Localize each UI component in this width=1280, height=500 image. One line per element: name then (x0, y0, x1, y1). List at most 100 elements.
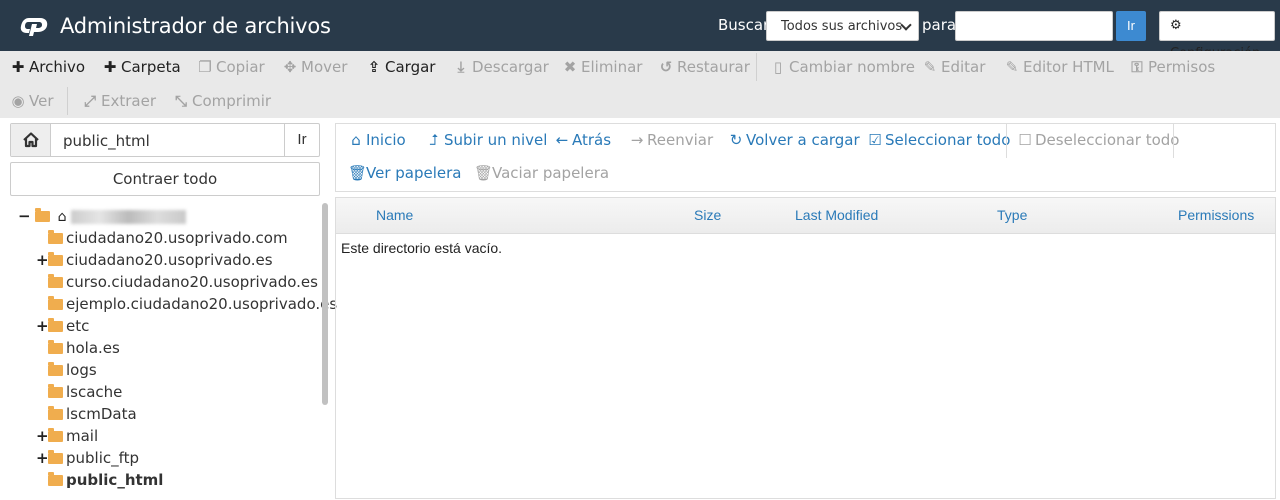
path-input[interactable]: public_html (63, 132, 150, 150)
undo-icon: ↺ (659, 58, 673, 76)
restore-button[interactable]: ↺ Restaurar (658, 52, 750, 82)
tree-item[interactable]: ejemplo.ciudadano20.usoprivado.es (36, 293, 337, 315)
tree-item-label: ciudadano20.usoprivado.com (66, 229, 288, 247)
forward-link[interactable]: → Reenviar (629, 128, 713, 152)
back-link[interactable]: ← Atrás (554, 128, 611, 152)
reload-link[interactable]: ↻ Volver a cargar (728, 128, 860, 152)
permissions-button[interactable]: ⚿ Permisos (1129, 52, 1215, 82)
folder-icon (48, 362, 63, 376)
expand-toggle[interactable]: + (36, 249, 49, 271)
path-go-button[interactable]: Ir (284, 124, 319, 156)
home-link-label: Inicio (366, 131, 406, 149)
column-header-type[interactable]: Type (997, 207, 1027, 223)
column-header-size[interactable]: Size (694, 207, 721, 223)
settings-button[interactable]: ⚙ Configuración (1159, 11, 1275, 61)
level-up-icon: ⮥ (429, 131, 439, 149)
column-header-name[interactable]: Name (376, 207, 413, 223)
tree-scrollbar[interactable] (322, 203, 328, 405)
new-file-button[interactable]: ✚ Archivo (10, 52, 85, 82)
copy-button[interactable]: ❐ Copiar (197, 52, 264, 82)
folder-icon (48, 296, 63, 310)
navigation-bar: ⌂ Inicio ⮥ Subir un nivel ← Atrás → Reenviar… (335, 123, 1276, 192)
move-button[interactable]: ✥ Mover (282, 52, 348, 82)
upload-button[interactable]: ⇪ Cargar (366, 52, 436, 82)
tree-item[interactable]: + public_ftp (36, 447, 139, 469)
home-directory-label (71, 209, 187, 224)
folder-icon (48, 318, 63, 332)
rename-button[interactable]: ▯ Cambiar nombre (770, 52, 915, 82)
collapse-toggle[interactable]: − (18, 205, 31, 227)
tree-item[interactable]: ciudadano20.usoprivado.com (36, 227, 288, 249)
empty-trash-link[interactable]: 🗑Vaciar papelera (474, 161, 609, 185)
tree-item[interactable]: logs (36, 359, 97, 381)
folder-icon (48, 274, 63, 288)
home-button[interactable] (11, 124, 51, 156)
key-icon: ⚿ (1131, 58, 1143, 76)
home-link[interactable]: ⌂ Inicio (348, 128, 406, 152)
tree-item[interactable]: lscache (36, 381, 122, 403)
permissions-label: Permisos (1148, 58, 1216, 76)
tree-item-label: curso.ciudadano20.usoprivado.es (66, 273, 318, 291)
toolbar: ✚ Archivo ✚ Carpeta ❐ Copiar ✥ Mover ⇪ Cargar… (0, 51, 1280, 118)
folder-icon (48, 406, 63, 420)
pencil-icon: ✎ (923, 58, 937, 76)
edit-square-icon: ✎ (1005, 58, 1019, 76)
tree-item[interactable]: curso.ciudadano20.usoprivado.es (36, 271, 318, 293)
new-file-label: Archivo (29, 58, 86, 76)
column-header-last-modified[interactable]: Last Modified (795, 207, 878, 223)
tree-item[interactable]: lscmData (36, 403, 137, 425)
toolbar-divider (756, 53, 757, 81)
compress-button[interactable]: ⤡ Comprimir (173, 86, 271, 116)
edit-button[interactable]: ✎ Editar (922, 52, 986, 82)
new-folder-button[interactable]: ✚ Carpeta (102, 52, 181, 82)
expand-toggle[interactable]: + (36, 447, 49, 469)
delete-button[interactable]: ✖ Eliminar (562, 52, 643, 82)
extract-label: Extraer (101, 92, 156, 110)
gear-icon: ⚙ (1170, 18, 1182, 33)
up-one-level-link[interactable]: ⮥ Subir un nivel (426, 128, 548, 152)
expand-toggle[interactable]: + (36, 425, 49, 447)
tree-item[interactable]: + etc (36, 315, 89, 337)
edit-label: Editar (941, 58, 986, 76)
empty-directory-message: Este directorio está vacío. (341, 240, 503, 256)
tree-item-selected[interactable]: public_html (36, 469, 163, 491)
tree-item-label: lscache (66, 383, 123, 401)
expand-toggle[interactable]: + (36, 315, 49, 337)
restore-label: Restaurar (677, 58, 750, 76)
folder-icon (48, 340, 63, 354)
upload-icon: ⇪ (367, 58, 381, 76)
search-input[interactable] (955, 11, 1113, 41)
select-all-label: Seleccionar todo (885, 131, 1011, 149)
column-header-permissions[interactable]: Permissions (1178, 207, 1254, 223)
view-trash-link[interactable]: 🗑Ver papelera (348, 161, 461, 185)
tree-item[interactable]: + mail (36, 425, 98, 447)
para-label: para (922, 16, 957, 34)
plus-icon: ✚ (103, 58, 117, 76)
view-button[interactable]: ◉ Ver (10, 86, 53, 116)
select-all-link[interactable]: ☑ Seleccionar todo (867, 128, 1010, 152)
delete-label: Eliminar (581, 58, 643, 76)
tree-root[interactable]: − ⌂ (18, 205, 187, 227)
tree-item-label: ciudadano20.usoprivado.es (66, 251, 273, 269)
tree-item[interactable]: + ciudadano20.usoprivado.es (36, 249, 273, 271)
empty-trash-label: Vaciar papelera (492, 164, 610, 182)
html-editor-button[interactable]: ✎ Editor HTML (1004, 52, 1114, 82)
upload-label: Cargar (385, 58, 436, 76)
extract-button[interactable]: ⤢ Extraer (82, 86, 156, 116)
deselect-all-link[interactable]: ☐ Deseleccionar todo (1017, 128, 1179, 152)
home-icon: ⌂ (57, 209, 67, 225)
trash-icon: 🗑 (474, 164, 494, 182)
collapse-all-button[interactable]: Contraer todo (10, 162, 320, 196)
forward-label: Reenviar (647, 131, 714, 149)
up-one-level-label: Subir un nivel (444, 131, 548, 149)
table-header: Name Size Last Modified Type Permissions (336, 198, 1275, 234)
download-label: Descargar (472, 58, 549, 76)
search-scope-select[interactable]: Todos sus archivos (766, 11, 919, 41)
home-icon (23, 132, 39, 148)
download-button[interactable]: ⤓ Descargar (453, 52, 549, 82)
home-icon: ⌂ (351, 131, 361, 149)
eye-icon: ◉ (11, 92, 25, 110)
tree-item[interactable]: hola.es (36, 337, 120, 359)
search-go-button[interactable]: Ir (1116, 11, 1146, 41)
tree-item-label: public_html (66, 471, 164, 489)
